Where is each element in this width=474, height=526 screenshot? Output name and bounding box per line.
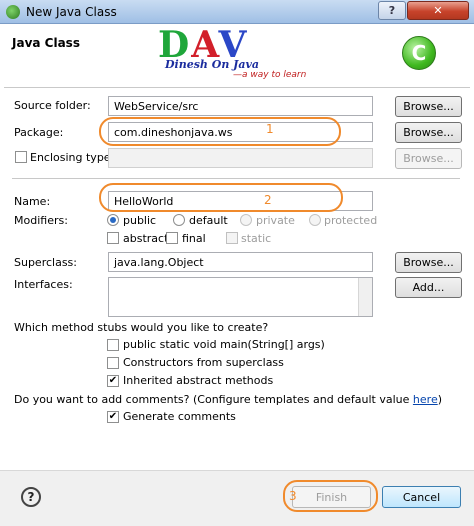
annotation-oval-2: [99, 183, 343, 212]
stub-main-label: public static void main(String[] args): [123, 338, 325, 351]
modifier-abstract-checkbox[interactable]: [107, 232, 119, 244]
stub-inherited-label: Inherited abstract methods: [123, 374, 274, 387]
modifier-final-label: final: [182, 232, 206, 245]
modifier-private-radio[interactable]: [240, 214, 252, 226]
help-icon[interactable]: ?: [21, 487, 41, 507]
modifier-default-radio[interactable]: [173, 214, 185, 226]
method-stubs-question: Which method stubs would you like to cre…: [14, 321, 269, 334]
window-title: New Java Class: [26, 5, 117, 19]
window-help-button[interactable]: ?: [378, 1, 406, 20]
annotation-oval-3: [283, 480, 378, 512]
window-close-button[interactable]: ✕: [407, 1, 469, 20]
annotation-number-3: 3: [289, 489, 297, 503]
generate-comments-label: Generate comments: [123, 410, 236, 423]
generate-comments-checkbox[interactable]: ✔: [107, 411, 119, 423]
superclass-browse-button[interactable]: Browse...: [395, 252, 462, 273]
modifier-abstract-label: abstract: [123, 232, 169, 245]
eclipse-app-icon: [6, 5, 20, 19]
stub-inherited-checkbox[interactable]: ✔: [107, 375, 119, 387]
modifier-private-label: private: [256, 214, 295, 227]
configure-templates-link[interactable]: here: [413, 393, 438, 406]
annotation-oval-1: [99, 117, 341, 146]
modifiers-label: Modifiers:: [14, 214, 68, 227]
superclass-field[interactable]: java.lang.Object: [108, 252, 373, 272]
enclosing-type-label: Enclosing type:: [30, 151, 115, 164]
enclosing-type-field[interactable]: [108, 148, 373, 168]
modifier-final-checkbox[interactable]: [166, 232, 178, 244]
checkmark-icon: ✔: [108, 411, 118, 422]
interfaces-scrollbar[interactable]: [358, 278, 372, 316]
modifier-protected-radio[interactable]: [309, 214, 321, 226]
new-class-wizard-icon: C: [402, 36, 436, 70]
comments-question: Do you want to add comments? (Configure …: [14, 393, 442, 406]
checkmark-icon: ✔: [108, 375, 118, 386]
package-label: Package:: [14, 126, 64, 139]
section-separator: [12, 178, 460, 180]
interfaces-label: Interfaces:: [14, 278, 73, 291]
comments-question-text: Do you want to add comments? (Configure …: [14, 393, 413, 406]
enclosing-type-checkbox[interactable]: [15, 151, 27, 163]
comments-question-close: ): [437, 393, 443, 406]
stub-main-checkbox[interactable]: [107, 339, 119, 351]
interfaces-list[interactable]: [108, 277, 373, 317]
stub-constructors-checkbox[interactable]: [107, 357, 119, 369]
radio-selected-dot: [110, 217, 116, 223]
source-folder-label: Source folder:: [14, 99, 91, 112]
wizard-title: Java Class: [12, 36, 80, 50]
annotation-number-2: 2: [264, 193, 272, 207]
modifier-public-label: public: [123, 214, 157, 227]
package-browse-button[interactable]: Browse...: [395, 122, 462, 143]
modifier-protected-label: protected: [324, 214, 378, 227]
name-label: Name:: [14, 195, 51, 208]
annotation-number-1: 1: [266, 122, 274, 136]
source-folder-field[interactable]: WebService/src: [108, 96, 373, 116]
enclosing-type-browse-button[interactable]: Browse...: [395, 148, 462, 169]
modifier-default-label: default: [189, 214, 228, 227]
modifier-static-checkbox[interactable]: [226, 232, 238, 244]
stub-constructors-label: Constructors from superclass: [123, 356, 284, 369]
interfaces-add-button[interactable]: Add...: [395, 277, 462, 298]
source-folder-browse-button[interactable]: Browse...: [395, 96, 462, 117]
superclass-label: Superclass:: [14, 256, 77, 269]
modifier-static-label: static: [241, 232, 272, 245]
modifier-public-radio[interactable]: [107, 214, 119, 226]
cancel-button[interactable]: Cancel: [382, 486, 461, 508]
logo-tagline-slogan: —a way to learn: [233, 70, 307, 80]
class-icon-letter: C: [411, 41, 427, 65]
